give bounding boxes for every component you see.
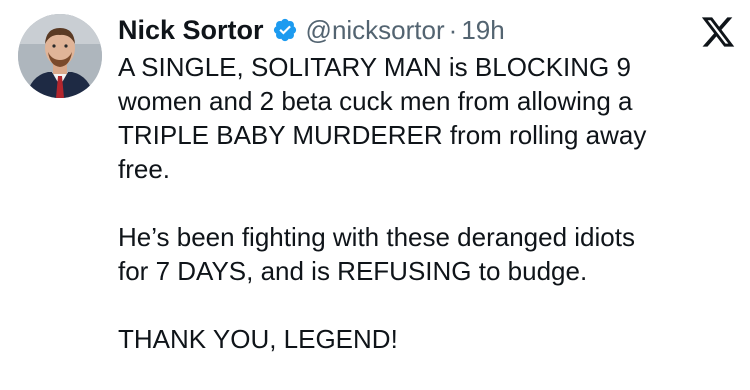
avatar[interactable] — [18, 14, 102, 98]
tweet-timestamp[interactable]: 19h — [461, 15, 504, 46]
tweet-paragraph-3: THANK YOU, LEGEND! — [118, 324, 398, 354]
tweet-content: Nick Sortor @nicksortor · 19h A SINGLE, … — [118, 10, 718, 390]
tweet-body: A SINGLE, SOLITARY MAN is BLOCKING 9 wom… — [118, 50, 718, 356]
tweet-header: Nick Sortor @nicksortor · 19h — [118, 10, 718, 50]
separator-dot: · — [448, 14, 458, 45]
avatar-photo — [18, 14, 102, 98]
x-logo-icon[interactable] — [700, 14, 736, 50]
author-handle[interactable]: @nicksortor — [306, 15, 445, 46]
tweet-paragraph-2: He’s been fighting with these deranged i… — [118, 222, 635, 286]
tweet-paragraph-1: A SINGLE, SOLITARY MAN is BLOCKING 9 wom… — [118, 52, 647, 184]
author-display-name[interactable]: Nick Sortor — [118, 15, 264, 46]
tweet-card: Nick Sortor @nicksortor · 19h A SINGLE, … — [0, 0, 750, 380]
verified-badge-icon — [272, 17, 298, 43]
